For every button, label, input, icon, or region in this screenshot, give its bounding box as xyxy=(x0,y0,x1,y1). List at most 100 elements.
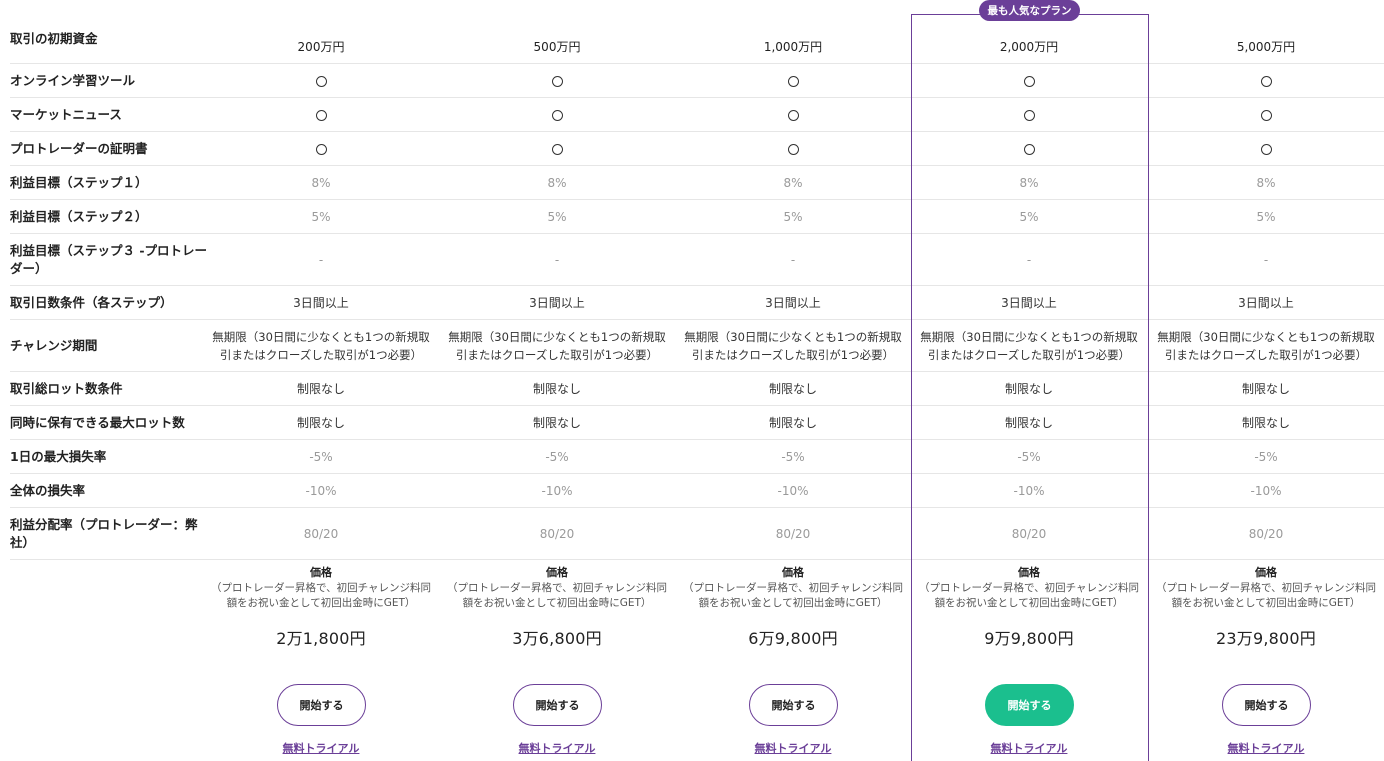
row-label: 利益目標（ステップ３ -プロトレーダー） xyxy=(10,243,208,276)
price-value: 3万6,800円 xyxy=(512,629,602,648)
free-trial-link[interactable]: 無料トライアル xyxy=(261,740,381,756)
value-cell: 8% xyxy=(547,176,567,190)
value-cell: -10% xyxy=(305,484,337,498)
start-button[interactable]: 開始する xyxy=(1222,684,1311,726)
row-initial-capital: 取引の初期資金 200万円 500万円 1,000万円 2,000万円 5,000万円 xyxy=(10,14,1384,64)
included-icon xyxy=(439,98,675,132)
start-button[interactable]: 開始する xyxy=(985,684,1074,726)
row-learning-tools: オンライン学習ツール xyxy=(10,64,1384,98)
start-button[interactable]: 開始する xyxy=(749,684,838,726)
capital-cell: 200万円 xyxy=(297,40,345,54)
included-icon xyxy=(911,98,1147,132)
row-challenge-period: チャレンジ期間 無期限（30日間に少なくとも1つの新規取引またはクローズした取引が… xyxy=(10,320,1384,372)
circle-icon xyxy=(551,109,563,121)
value-cell: 制限なし xyxy=(1241,382,1290,396)
value-cell: 無期限（30日間に少なくとも1つの新規取引またはクローズした取引が1つ必要） xyxy=(1157,330,1375,362)
value-cell: 制限なし xyxy=(296,382,345,396)
value-cell: 80/20 xyxy=(303,527,339,541)
capital-cell: 5,000万円 xyxy=(1236,40,1296,54)
price-block: 価格 （プロトレーダー昇格で、初回チャレンジ料同額をお祝い金として初回出金時にGE… xyxy=(1148,566,1384,649)
circle-icon xyxy=(787,75,799,87)
price-value: 23万9,800円 xyxy=(1216,629,1316,648)
included-icon xyxy=(203,64,439,98)
included-icon xyxy=(675,64,911,98)
capital-cell: 2,000万円 xyxy=(999,40,1059,54)
value-cell: 無期限（30日間に少なくとも1つの新規取引またはクローズした取引が1つ必要） xyxy=(684,330,902,362)
value-cell: 制限なし xyxy=(1241,416,1290,430)
value-cell: 80/20 xyxy=(775,527,811,541)
value-cell: 無期限（30日間に少なくとも1つの新規取引またはクローズした取引が1つ必要） xyxy=(920,330,1138,362)
price-note: （プロトレーダー昇格で、初回チャレンジ料同額をお祝い金として初回出金時にGET） xyxy=(447,582,667,609)
included-icon xyxy=(439,64,675,98)
value-cell: 5% xyxy=(1256,210,1276,224)
row-label: 取引総ロット数条件 xyxy=(10,381,123,396)
row-profit-split: 利益分配率（プロトレーダー：弊社） 80/20 80/20 80/20 80/20 80/… xyxy=(10,508,1384,560)
value-cell: 8% xyxy=(1019,176,1039,190)
value-cell: 制限なし xyxy=(768,382,817,396)
value-cell: 無期限（30日間に少なくとも1つの新規取引またはクローズした取引が1つ必要） xyxy=(212,330,430,362)
row-label: マーケットニュース xyxy=(10,107,122,122)
row-profit-step3: 利益目標（ステップ３ -プロトレーダー） - - - - - xyxy=(10,234,1384,286)
circle-icon xyxy=(551,75,563,87)
value-cell: 5% xyxy=(1019,210,1039,224)
start-button[interactable]: 開始する xyxy=(513,684,602,726)
value-cell: 無期限（30日間に少なくとも1つの新規取引またはクローズした取引が1つ必要） xyxy=(448,330,666,362)
value-cell: -5% xyxy=(1254,450,1278,464)
free-trial-link[interactable]: 無料トライアル xyxy=(969,740,1089,756)
price-heading: 価格 xyxy=(1255,566,1277,579)
value-cell: - xyxy=(1026,253,1032,267)
price-block: 価格 （プロトレーダー昇格で、初回チャレンジ料同額をお祝い金として初回出金時にGE… xyxy=(439,566,675,649)
row-label: 全体の損失率 xyxy=(10,483,86,498)
free-trial-link[interactable]: 無料トライアル xyxy=(1206,740,1326,756)
circle-icon xyxy=(787,109,799,121)
price-heading: 価格 xyxy=(310,566,332,579)
circle-icon xyxy=(551,143,563,155)
row-label: オンライン学習ツール xyxy=(10,73,136,88)
row-label: 利益分配率（プロトレーダー：弊社） xyxy=(10,517,198,550)
circle-icon xyxy=(1260,109,1272,121)
circle-icon xyxy=(315,109,327,121)
price-block: 価格 （プロトレーダー昇格で、初回チャレンジ料同額をお祝い金として初回出金時にGE… xyxy=(911,566,1147,649)
row-label: 取引の初期資金 xyxy=(10,31,98,46)
value-cell: - xyxy=(790,253,796,267)
circle-icon xyxy=(1260,75,1272,87)
row-trading-days: 取引日数条件（各ステップ） 3日間以上 3日間以上 3日間以上 3日間以上 3日間以上 xyxy=(10,286,1384,320)
row-profit-step2: 利益目標（ステップ２） 5% 5% 5% 5% 5% xyxy=(10,200,1384,234)
value-cell: 80/20 xyxy=(1248,527,1284,541)
start-button[interactable]: 開始する xyxy=(277,684,366,726)
capital-cell: 500万円 xyxy=(533,40,581,54)
value-cell: 制限なし xyxy=(532,416,581,430)
value-cell: 制限なし xyxy=(1004,416,1053,430)
included-icon xyxy=(203,98,439,132)
price-note: （プロトレーダー昇格で、初回チャレンジ料同額をお祝い金として初回出金時にGET） xyxy=(919,582,1139,609)
price-value: 9万9,800円 xyxy=(984,629,1074,648)
row-max-lots: 同時に保有できる最大ロット数 制限なし 制限なし 制限なし 制限なし 制限なし xyxy=(10,406,1384,440)
value-cell: 5% xyxy=(311,210,331,224)
included-icon xyxy=(203,132,439,166)
price-note: （プロトレーダー昇格で、初回チャレンジ料同額をお祝い金として初回出金時にGET） xyxy=(211,582,431,609)
price-heading: 価格 xyxy=(546,566,568,579)
value-cell: 3日間以上 xyxy=(1001,296,1057,310)
row-label: 同時に保有できる最大ロット数 xyxy=(10,415,185,430)
value-cell: 8% xyxy=(1256,176,1276,190)
included-icon xyxy=(1148,132,1384,166)
value-cell: 制限なし xyxy=(1004,382,1053,396)
value-cell: 3日間以上 xyxy=(529,296,585,310)
value-cell: 3日間以上 xyxy=(765,296,821,310)
capital-cell: 1,000万円 xyxy=(763,40,823,54)
value-cell: 3日間以上 xyxy=(293,296,349,310)
free-trial-link[interactable]: 無料トライアル xyxy=(497,740,617,756)
value-cell: 80/20 xyxy=(539,527,575,541)
circle-icon xyxy=(1023,143,1035,155)
row-profit-step1: 利益目標（ステップ１） 8% 8% 8% 8% 8% xyxy=(10,166,1384,200)
circle-icon xyxy=(1023,75,1035,87)
value-cell: 制限なし xyxy=(768,416,817,430)
value-cell: 8% xyxy=(311,176,331,190)
row-label: 1日の最大損失率 xyxy=(10,449,107,464)
row-market-news: マーケットニュース xyxy=(10,98,1384,132)
value-cell: - xyxy=(554,253,560,267)
value-cell: - xyxy=(1263,253,1269,267)
price-value: 6万9,800円 xyxy=(748,629,838,648)
free-trial-link[interactable]: 無料トライアル xyxy=(733,740,853,756)
value-cell: - xyxy=(318,253,324,267)
